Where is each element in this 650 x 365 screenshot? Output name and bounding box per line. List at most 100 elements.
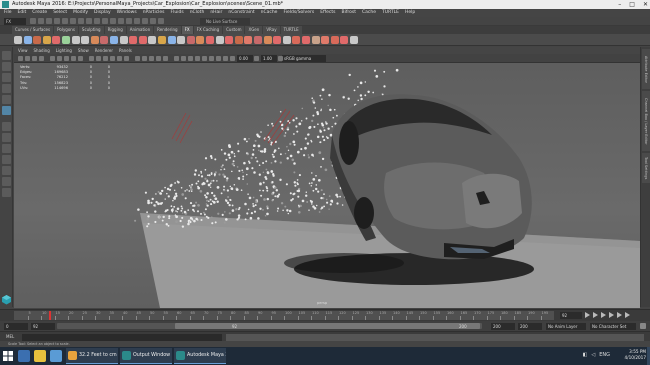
panel-toolbar-icon[interactable]: [78, 56, 83, 61]
single-perspective-layout-icon[interactable]: [2, 122, 11, 131]
menu-fields-solvers[interactable]: Fields/Solvers: [283, 9, 314, 17]
paint-select-icon[interactable]: [2, 73, 11, 82]
shelf-tool-icon[interactable]: [186, 36, 195, 44]
panel-menu-panels[interactable]: Panels: [119, 47, 132, 54]
panel-toolbar-icon[interactable]: [195, 56, 200, 61]
panel-toolbar-icon[interactable]: [188, 56, 193, 61]
shelf-tool-icon[interactable]: [225, 36, 234, 44]
shelf-tab-vray[interactable]: VRay: [263, 26, 280, 34]
panel-toolbar-icon[interactable]: [216, 56, 221, 61]
rotate-tool-icon[interactable]: [2, 95, 11, 104]
maximize-icon[interactable]: □: [629, 0, 635, 9]
gamma-field[interactable]: 1.00: [261, 55, 277, 62]
tab-attribute-editor[interactable]: Attribute Editor: [642, 49, 650, 89]
minimize-icon[interactable]: –: [618, 0, 621, 9]
task-view-icon[interactable]: [18, 350, 30, 362]
panel-toolbar-icon[interactable]: [32, 56, 37, 61]
panel-toolbar-icon[interactable]: [96, 56, 101, 61]
shelf-tool-icon[interactable]: [81, 36, 90, 44]
panel-toolbar-icon[interactable]: [57, 56, 62, 61]
range-slider-handle[interactable]: [175, 323, 480, 329]
menu-windows[interactable]: Windows: [117, 9, 137, 17]
command-input[interactable]: [22, 333, 222, 341]
new-scene-icon[interactable]: [30, 18, 36, 24]
trax-layout-icon[interactable]: [2, 188, 11, 197]
shelf-tool-icon[interactable]: [196, 36, 205, 44]
select-tool-icon[interactable]: [2, 51, 11, 60]
panel-toolbar-icon[interactable]: [181, 56, 186, 61]
color-space-dropdown[interactable]: sRGB gamma: [282, 55, 326, 62]
menu-ncloth[interactable]: nCloth: [190, 9, 205, 17]
shelf-tool-icon[interactable]: [302, 36, 310, 44]
go-to-start-icon[interactable]: [585, 312, 590, 318]
volume-icon[interactable]: ◁: [591, 352, 595, 358]
shelf-tool-icon[interactable]: [311, 36, 320, 44]
go-to-end-icon[interactable]: [625, 312, 630, 318]
current-frame-field[interactable]: 92: [560, 312, 582, 319]
persp-outliner-layout-icon[interactable]: [2, 166, 11, 175]
windows-start-icon[interactable]: [3, 351, 13, 361]
shelf-tool-icon[interactable]: [110, 36, 118, 44]
play-back-icon[interactable]: [601, 312, 606, 318]
undo-icon[interactable]: [54, 18, 60, 24]
step-back-icon[interactable]: [593, 312, 598, 318]
select-component-icon[interactable]: [86, 18, 92, 24]
shelf-tool-icon[interactable]: [138, 36, 147, 44]
shelf-tool-icon[interactable]: [129, 36, 138, 44]
shelf-tool-icon[interactable]: [263, 36, 272, 44]
menu-nparticles[interactable]: nParticles: [143, 9, 165, 17]
panel-toolbar-icon[interactable]: [230, 56, 235, 61]
shelf-tab-sculpting[interactable]: Sculpting: [78, 26, 104, 34]
menu-ncache[interactable]: nCache: [261, 9, 278, 17]
menu-fluids[interactable]: Fluids: [171, 9, 184, 17]
menu-create[interactable]: Create: [32, 9, 47, 17]
menu-turtle[interactable]: TURTLE: [382, 9, 399, 17]
shelf-tab-polygons[interactable]: Polygons: [54, 26, 78, 34]
clock[interactable]: 3:55 PM 4/10/2017: [625, 349, 646, 361]
key-icon[interactable]: [640, 323, 646, 329]
persp-graph-layout-icon[interactable]: [2, 144, 11, 153]
anim-end-field[interactable]: 200: [518, 322, 542, 330]
menu-set-selector[interactable]: FX: [4, 18, 26, 25]
live-surface-field[interactable]: No Live Surface: [200, 18, 250, 25]
shelf-tab-turtle[interactable]: TURTLE: [280, 26, 302, 34]
panel-toolbar-icon[interactable]: [142, 56, 147, 61]
shelf-tool-icon[interactable]: [340, 36, 349, 44]
shelf-tool-icon[interactable]: [292, 36, 301, 44]
tab-channel-box[interactable]: Channel Box / Layer Editor: [642, 91, 650, 151]
render-icon[interactable]: [134, 18, 140, 24]
panel-toolbar-icon[interactable]: [174, 56, 179, 61]
network-icon[interactable]: ◧: [583, 352, 588, 358]
panel-toolbar-icon[interactable]: [64, 56, 69, 61]
four-view-layout-icon[interactable]: [2, 133, 11, 142]
shelf-tool-icon[interactable]: [100, 36, 109, 44]
panel-toolbar-icon[interactable]: [135, 56, 140, 61]
playback-end-field[interactable]: 200: [491, 322, 515, 330]
shelf-tool-icon[interactable]: [90, 36, 99, 44]
render-settings-icon[interactable]: [150, 18, 156, 24]
mail-icon[interactable]: [50, 350, 62, 362]
shelf-tool-icon[interactable]: [244, 36, 253, 44]
shelf-tab-rigging[interactable]: Rigging: [104, 26, 126, 34]
panel-toolbar-icon[interactable]: [202, 56, 207, 61]
exposure-field[interactable]: 0.00: [237, 55, 253, 62]
shelf-tool-icon[interactable]: [119, 36, 128, 44]
taskbar-task[interactable]: 32.2 Feet to cm - G...: [66, 348, 118, 364]
panel-toolbar-icon[interactable]: [39, 56, 44, 61]
tab-tool-settings[interactable]: Tool Settings: [642, 153, 650, 183]
shelf-tool-icon[interactable]: [282, 36, 291, 44]
select-object-icon[interactable]: [78, 18, 84, 24]
menu-edit[interactable]: Edit: [18, 9, 27, 17]
panel-toolbar-icon[interactable]: [149, 56, 154, 61]
select-hierarchy-icon[interactable]: [70, 18, 76, 24]
panel-toolbar-icon[interactable]: [117, 56, 122, 61]
anim-layer-dropdown[interactable]: No Anim Layer: [546, 322, 586, 330]
view-cube-icon[interactable]: [1, 290, 12, 305]
taskbar-task[interactable]: Output Window: [120, 348, 172, 364]
shelf-tool-icon[interactable]: [23, 36, 32, 44]
shelf-tool-icon[interactable]: [62, 36, 70, 44]
shelf-tool-icon[interactable]: [148, 36, 157, 44]
shelf-tool-icon[interactable]: [33, 36, 42, 44]
history-icon[interactable]: [126, 18, 132, 24]
menu-select[interactable]: Select: [53, 9, 67, 17]
